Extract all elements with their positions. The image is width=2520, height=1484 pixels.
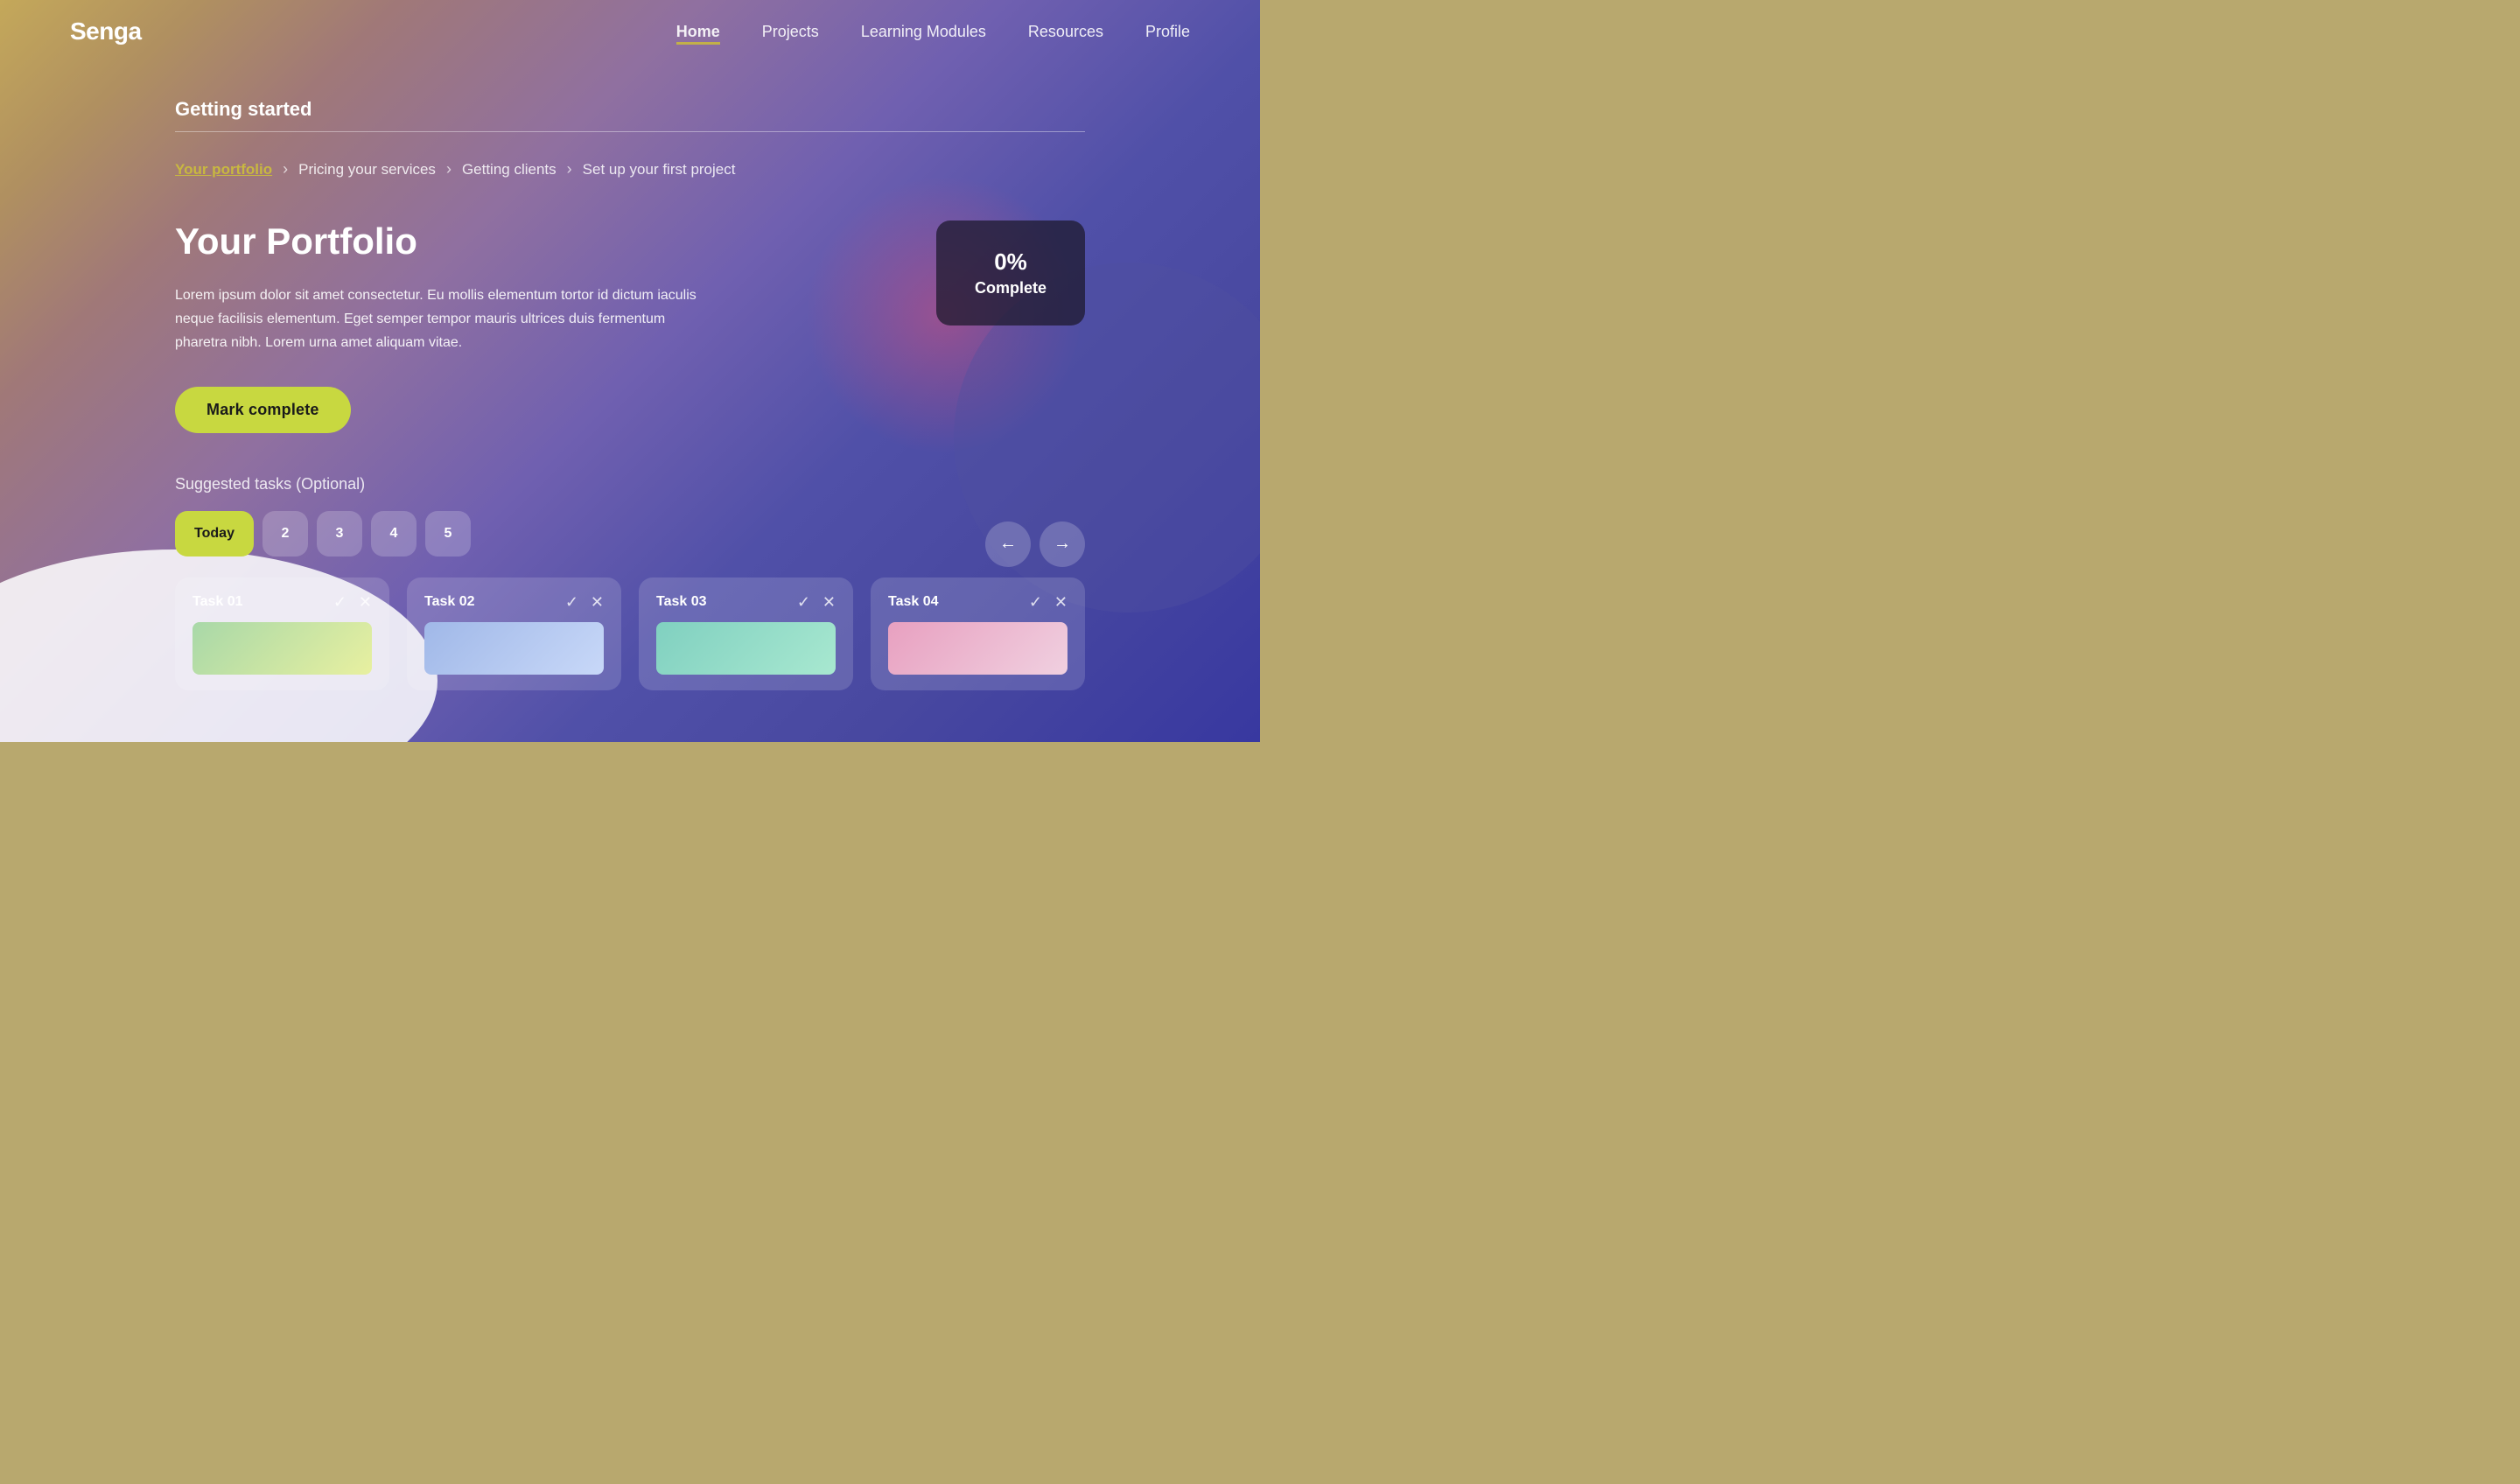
task-card-3-header: Task 03 ✓ ✕ bbox=[656, 593, 836, 612]
section-title: Getting started bbox=[175, 98, 1085, 121]
nav-item-resources[interactable]: Resources bbox=[1028, 23, 1103, 41]
suggested-section: Suggested tasks (Optional) Today 2 3 4 5… bbox=[0, 475, 1260, 690]
progress-box: 0% Complete bbox=[936, 220, 1085, 326]
chevron-icon-1: › bbox=[283, 160, 288, 178]
progress-percent: 0% bbox=[975, 248, 1046, 276]
task-card-2-header: Task 02 ✓ ✕ bbox=[424, 593, 604, 612]
breadcrumb-item-clients[interactable]: Getting clients bbox=[462, 161, 556, 178]
portfolio-left: Your Portfolio Lorem ipsum dolor sit ame… bbox=[175, 220, 700, 433]
task-card-4-header: Task 04 ✓ ✕ bbox=[888, 593, 1068, 612]
nav-item-learning[interactable]: Learning Modules bbox=[861, 23, 986, 41]
task-card-1-header: Task 01 ✓ ✕ bbox=[192, 593, 372, 612]
task-4-check-icon[interactable]: ✓ bbox=[1029, 593, 1042, 612]
nav-link-resources[interactable]: Resources bbox=[1028, 23, 1103, 40]
task-card-4-actions: ✓ ✕ bbox=[1029, 593, 1068, 612]
navbar: Senga Home Projects Learning Modules Res… bbox=[0, 0, 1260, 63]
task-3-check-icon[interactable]: ✓ bbox=[797, 593, 810, 612]
day-tab-4[interactable]: 4 bbox=[371, 511, 416, 556]
task-card-1: Task 01 ✓ ✕ bbox=[175, 578, 389, 690]
left-arrow-icon: ← bbox=[999, 534, 1017, 554]
task-card-1-body bbox=[192, 622, 372, 675]
mark-complete-button[interactable]: Mark complete bbox=[175, 387, 351, 433]
nav-item-home[interactable]: Home bbox=[676, 23, 720, 41]
task-1-close-icon[interactable]: ✕ bbox=[359, 593, 372, 612]
breadcrumb-item-portfolio[interactable]: Your portfolio bbox=[175, 161, 272, 178]
task-1-check-icon[interactable]: ✓ bbox=[333, 593, 346, 612]
page-wrapper: Senga Home Projects Learning Modules Res… bbox=[0, 0, 1260, 742]
brand-logo[interactable]: Senga bbox=[70, 18, 142, 46]
breadcrumb: Your portfolio › Pricing your services ›… bbox=[175, 160, 1085, 178]
next-arrow-button[interactable]: → bbox=[1040, 522, 1085, 567]
nav-link-projects[interactable]: Projects bbox=[762, 23, 819, 40]
suggested-title: Suggested tasks (Optional) bbox=[175, 475, 1085, 494]
portfolio-title: Your Portfolio bbox=[175, 220, 700, 262]
breadcrumb-item-project[interactable]: Set up your first project bbox=[583, 161, 736, 178]
nav-link-learning[interactable]: Learning Modules bbox=[861, 23, 986, 40]
task-card-1-actions: ✓ ✕ bbox=[333, 593, 372, 612]
day-tabs-row: Today 2 3 4 5 ← → bbox=[175, 511, 1085, 578]
task-2-close-icon[interactable]: ✕ bbox=[591, 593, 604, 612]
task-card-2-actions: ✓ ✕ bbox=[565, 593, 604, 612]
day-tab-2[interactable]: 2 bbox=[262, 511, 308, 556]
task-card-3-body bbox=[656, 622, 836, 675]
task-card-2: Task 02 ✓ ✕ bbox=[407, 578, 621, 690]
progress-label: Complete bbox=[975, 279, 1046, 298]
portfolio-description: Lorem ipsum dolor sit amet consectetur. … bbox=[175, 284, 700, 355]
chevron-icon-3: › bbox=[567, 160, 572, 178]
nav-item-projects[interactable]: Projects bbox=[762, 23, 819, 41]
task-card-3: Task 03 ✓ ✕ bbox=[639, 578, 853, 690]
section-divider bbox=[175, 131, 1085, 132]
task-card-2-body bbox=[424, 622, 604, 675]
main-content: Getting started Your portfolio › Pricing… bbox=[0, 63, 1260, 433]
task-card-1-title: Task 01 bbox=[192, 594, 243, 610]
day-tab-5[interactable]: 5 bbox=[425, 511, 471, 556]
nav-item-profile[interactable]: Profile bbox=[1145, 23, 1190, 41]
breadcrumb-item-pricing[interactable]: Pricing your services bbox=[298, 161, 436, 178]
day-tab-3[interactable]: 3 bbox=[317, 511, 362, 556]
portfolio-section: Your Portfolio Lorem ipsum dolor sit ame… bbox=[175, 220, 1085, 433]
task-card-4-body bbox=[888, 622, 1068, 675]
chevron-icon-2: › bbox=[446, 160, 452, 178]
prev-arrow-button[interactable]: ← bbox=[985, 522, 1031, 567]
right-arrow-icon: → bbox=[1054, 534, 1071, 554]
task-4-close-icon[interactable]: ✕ bbox=[1054, 593, 1068, 612]
nav-link-profile[interactable]: Profile bbox=[1145, 23, 1190, 40]
task-3-close-icon[interactable]: ✕ bbox=[822, 593, 836, 612]
nav-links: Home Projects Learning Modules Resources… bbox=[676, 23, 1190, 41]
day-tabs: Today 2 3 4 5 bbox=[175, 511, 471, 556]
task-card-2-title: Task 02 bbox=[424, 594, 475, 610]
task-card-3-actions: ✓ ✕ bbox=[797, 593, 836, 612]
task-cards: Task 01 ✓ ✕ Task 02 ✓ ✕ bbox=[175, 578, 1085, 690]
task-card-4: Task 04 ✓ ✕ bbox=[871, 578, 1085, 690]
task-card-3-title: Task 03 bbox=[656, 594, 707, 610]
day-tab-today[interactable]: Today bbox=[175, 511, 254, 556]
task-2-check-icon[interactable]: ✓ bbox=[565, 593, 578, 612]
nav-link-home[interactable]: Home bbox=[676, 23, 720, 45]
task-card-4-title: Task 04 bbox=[888, 594, 939, 610]
nav-arrows: ← → bbox=[985, 522, 1085, 567]
